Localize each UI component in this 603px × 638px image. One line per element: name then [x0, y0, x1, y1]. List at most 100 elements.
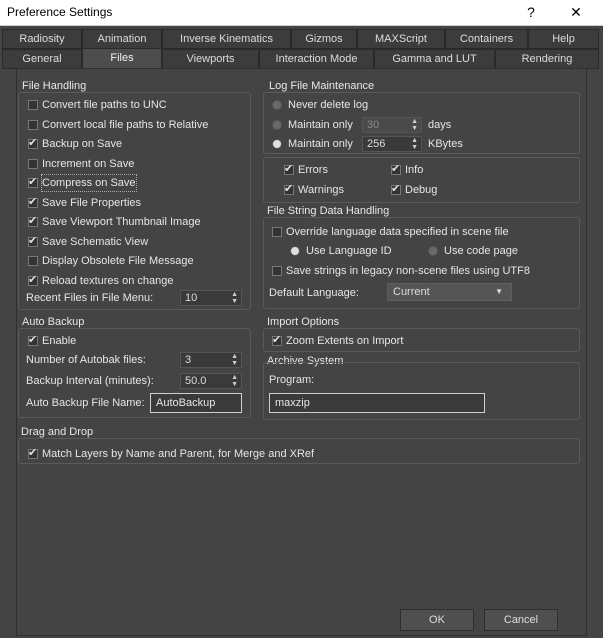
option-label: Save File Properties: [42, 197, 142, 209]
checkbox[interactable]: [28, 159, 38, 169]
checkbox[interactable]: [28, 233, 38, 249]
tab-inverse-kinematics[interactable]: Inverse Kinematics: [162, 29, 291, 49]
file-handling-title: File Handling: [22, 80, 87, 92]
option-label: Save Viewport Thumbnail Image: [42, 216, 201, 228]
string-handling-title: File String Data Handling: [267, 205, 390, 217]
kbytes-unit: KBytes: [428, 138, 463, 150]
checkbox[interactable]: [284, 161, 294, 177]
num-files-spinner[interactable]: 3 ▲ ▼: [180, 352, 242, 368]
checkbox[interactable]: [28, 194, 38, 210]
num-files-label: Number of Autobak files:: [26, 354, 146, 366]
checkbox[interactable]: [28, 213, 38, 229]
tab-help[interactable]: Help: [528, 29, 599, 49]
checkbox[interactable]: [28, 100, 38, 110]
radio-button[interactable]: [428, 246, 438, 256]
window-title: Preference Settings: [7, 5, 113, 19]
option-label: Convert local file paths to Relative: [42, 119, 209, 131]
tab-general[interactable]: General: [2, 49, 82, 69]
radio-label: Maintain only: [288, 119, 353, 131]
import-options-title: Import Options: [267, 316, 340, 328]
spinner-value: 3: [185, 354, 192, 366]
log-maintenance-title: Log File Maintenance: [269, 80, 375, 92]
option-label: Backup on Save: [42, 138, 123, 150]
chevron-down-icon[interactable]: ▼: [495, 284, 503, 300]
tab-gizmos[interactable]: Gizmos: [291, 29, 357, 49]
option-label: Increment on Save: [42, 158, 135, 170]
option-label: Info: [405, 164, 424, 176]
checkbox[interactable]: [272, 332, 282, 348]
checkbox[interactable]: [391, 161, 401, 177]
checkbox[interactable]: [28, 135, 38, 151]
spinner-value: 256: [367, 138, 386, 150]
default-language-label: Default Language:: [269, 287, 359, 299]
option-label: Errors: [298, 164, 328, 176]
spinner-arrows-icon[interactable]: ▲ ▼: [411, 118, 418, 132]
tab-rendering[interactable]: Rendering: [495, 49, 599, 69]
option-label: Save strings in legacy non-scene files u…: [286, 265, 530, 277]
radio-button[interactable]: [272, 100, 282, 110]
checkbox[interactable]: [272, 227, 282, 237]
spinner-value: 50.0: [185, 375, 207, 387]
option-label: Override language data specified in scen…: [286, 226, 509, 238]
radio-label: Never delete log: [288, 99, 369, 111]
checkbox[interactable]: [28, 332, 38, 348]
auto-backup-title: Auto Backup: [22, 316, 85, 328]
checkbox[interactable]: [28, 174, 38, 190]
tab-animation[interactable]: Animation: [82, 29, 162, 49]
close-icon[interactable]: ✕: [565, 2, 587, 22]
spinner-arrows-icon[interactable]: ▲ ▼: [231, 374, 238, 388]
tab-containers[interactable]: Containers: [445, 29, 528, 49]
checkbox[interactable]: [28, 120, 38, 130]
recent-files-spinner[interactable]: 10 ▲ ▼: [180, 290, 242, 306]
option-label: Warnings: [298, 184, 345, 196]
kbytes-spinner[interactable]: 256 ▲ ▼: [362, 136, 422, 152]
checkbox[interactable]: [28, 445, 38, 461]
checkbox[interactable]: [391, 181, 401, 197]
option-label: Save Schematic View: [42, 236, 149, 248]
days-unit: days: [428, 119, 452, 131]
radio-label: Maintain only: [288, 138, 353, 150]
option-label: Display Obsolete File Message: [42, 255, 194, 267]
title-bar: Preference Settings ? ✕: [0, 0, 603, 26]
checkbox[interactable]: [272, 266, 282, 276]
tab-viewports[interactable]: Viewports: [162, 49, 259, 69]
tab-interaction-mode[interactable]: Interaction Mode: [259, 49, 374, 69]
spinner-value: 30: [367, 119, 380, 131]
checkbox[interactable]: [284, 181, 294, 197]
drag-drop-title: Drag and Drop: [21, 426, 94, 438]
checkbox[interactable]: [28, 256, 38, 266]
ok-button[interactable]: OK: [400, 609, 474, 631]
default-language-dropdown[interactable]: Current ▼: [387, 283, 512, 301]
option-label: Zoom Extents on Import: [286, 335, 404, 347]
recent-files-label: Recent Files in File Menu:: [26, 292, 154, 304]
option-label: Reload textures on change: [42, 275, 174, 287]
tab-maxscript[interactable]: MAXScript: [357, 29, 445, 49]
radio-button[interactable]: [272, 139, 282, 149]
tab-radiosity[interactable]: Radiosity: [2, 29, 82, 49]
tab-gamma-lut[interactable]: Gamma and LUT: [374, 49, 495, 69]
radio-button[interactable]: [290, 246, 300, 256]
spinner-arrows-icon[interactable]: ▲ ▼: [411, 137, 418, 151]
dropdown-value: Current: [393, 286, 430, 298]
interval-spinner[interactable]: 50.0 ▲ ▼: [180, 373, 242, 389]
spinner-value: 10: [185, 292, 198, 304]
option-label: Enable: [42, 335, 77, 347]
help-icon[interactable]: ?: [520, 2, 542, 22]
days-spinner[interactable]: 30 ▲ ▼: [362, 117, 422, 133]
radio-label: Use code page: [444, 245, 518, 257]
spinner-arrows-icon[interactable]: ▲ ▼: [231, 291, 238, 305]
radio-label: Use Language ID: [306, 245, 392, 257]
option-label: Compress on Save: [41, 174, 137, 192]
backup-file-name-input[interactable]: AutoBackup: [150, 393, 242, 413]
spinner-arrows-icon[interactable]: ▲ ▼: [231, 353, 238, 367]
option-label: Match Layers by Name and Parent, for Mer…: [42, 448, 315, 460]
file-name-label: Auto Backup File Name:: [26, 397, 145, 409]
checkbox[interactable]: [28, 272, 38, 288]
program-label: Program:: [269, 374, 315, 386]
archive-program-input[interactable]: maxzip: [269, 393, 485, 413]
cancel-button[interactable]: Cancel: [484, 609, 558, 631]
tab-files[interactable]: Files: [82, 48, 162, 70]
radio-button[interactable]: [272, 120, 282, 130]
interval-label: Backup Interval (minutes):: [26, 375, 154, 387]
option-label: Debug: [405, 184, 438, 196]
